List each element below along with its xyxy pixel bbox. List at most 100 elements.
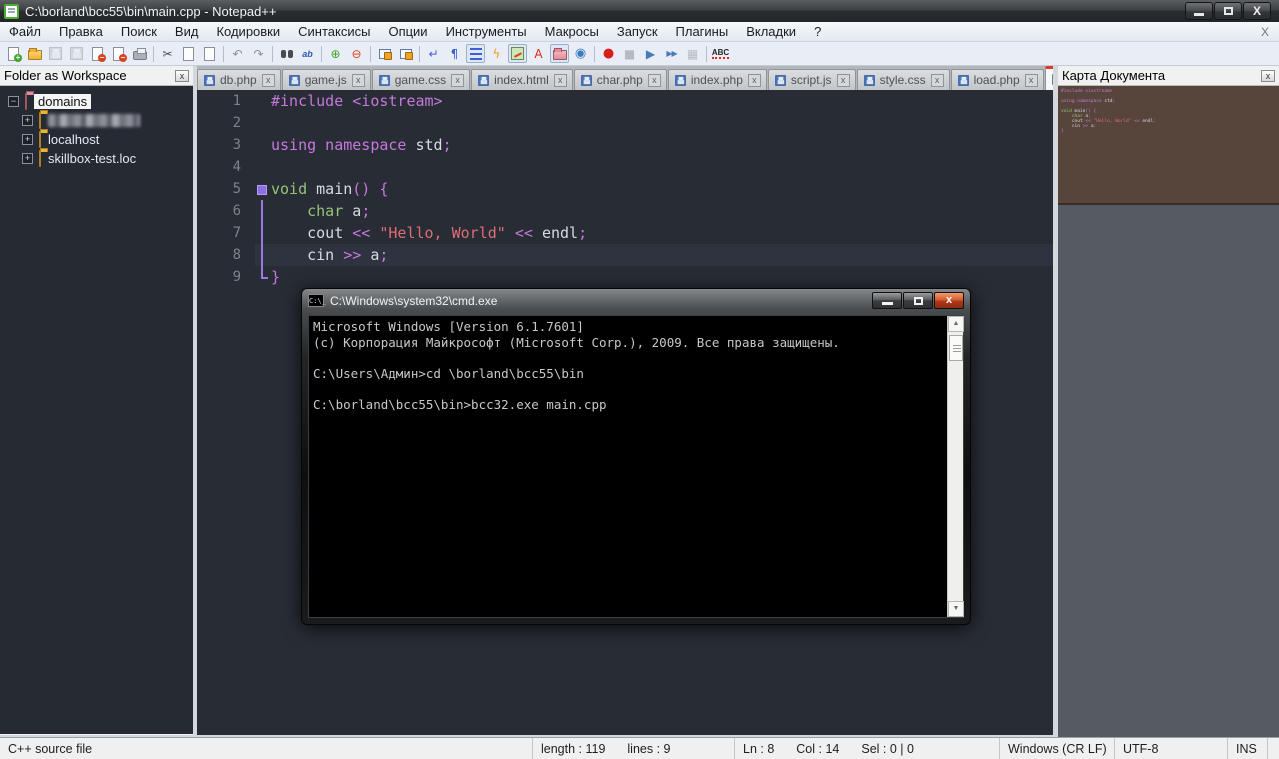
menu-item-11[interactable]: Вкладки xyxy=(737,22,805,41)
cmd-maximize-button[interactable] xyxy=(903,292,933,309)
tab-char.php[interactable]: char.phpx xyxy=(574,69,667,90)
line-number: 2 xyxy=(197,112,255,134)
restore-button[interactable] xyxy=(1214,2,1242,20)
tree-item-localhost[interactable]: +localhost xyxy=(22,131,193,148)
cut-icon[interactable]: ✂ xyxy=(158,44,177,63)
tab-db.php[interactable]: db.phpx xyxy=(197,69,281,90)
tree-item-hidden[interactable]: + xyxy=(22,112,193,129)
sync-horizontal-scroll-icon[interactable] xyxy=(396,44,415,63)
show-indent-guide-icon[interactable] xyxy=(466,44,485,63)
menu-item-9[interactable]: Запуск xyxy=(608,22,667,41)
close-all-icon[interactable]: − xyxy=(109,44,128,63)
tab-style.css[interactable]: style.cssx xyxy=(857,69,950,90)
folder-as-workspace-icon[interactable] xyxy=(550,44,569,63)
cmd-scrollbar[interactable]: ▲ ▼ xyxy=(947,316,963,617)
status-insert-mode[interactable]: INS xyxy=(1228,738,1268,759)
close-tab-icon[interactable]: x xyxy=(262,74,275,87)
close-tab-icon[interactable]: x xyxy=(451,74,464,87)
menu-item-5[interactable]: Синтаксисы xyxy=(289,22,379,41)
cmd-console[interactable]: Microsoft Windows [Version 6.1.7601](c) … xyxy=(308,315,964,618)
tree-expander-icon[interactable]: + xyxy=(22,134,33,145)
tree-item-skillbox-test.loc[interactable]: +skillbox-test.loc xyxy=(22,150,193,167)
docmap-viewport[interactable]: #include <iostream>using namespace std;v… xyxy=(1058,86,1279,205)
status-eol-format[interactable]: Windows (CR LF) xyxy=(1000,738,1115,759)
close-button[interactable]: X xyxy=(1243,2,1271,20)
replace-icon[interactable]: ab xyxy=(298,44,317,63)
close-tab-icon[interactable]: x xyxy=(748,74,761,87)
minimize-icon xyxy=(882,302,893,305)
copy-icon[interactable] xyxy=(179,44,198,63)
show-all-characters-icon[interactable]: ¶ xyxy=(445,44,464,63)
stop-macro-icon[interactable]: ■ xyxy=(620,44,639,63)
tab-game.js[interactable]: game.jsx xyxy=(282,69,371,90)
menu-item-6[interactable]: Опции xyxy=(379,22,436,41)
save-macro-icon[interactable]: ▦ xyxy=(683,44,702,63)
tab-script.js[interactable]: script.jsx xyxy=(768,69,856,90)
cmd-scrollbar-thumb[interactable] xyxy=(949,335,963,361)
new-file-icon[interactable]: + xyxy=(4,44,23,63)
tree-expander-icon[interactable]: + xyxy=(22,115,33,126)
tab-label: index.html xyxy=(494,73,549,87)
cmd-close-button[interactable]: x xyxy=(934,292,964,309)
saved-file-icon xyxy=(478,75,488,85)
cmd-title-bar[interactable]: C:\_ C:\Windows\system32\cmd.exe x xyxy=(302,289,970,312)
fold-margin xyxy=(255,156,271,178)
minimize-button[interactable] xyxy=(1185,2,1213,20)
close-file-icon[interactable]: − xyxy=(88,44,107,63)
record-macro-icon[interactable]: ● xyxy=(599,44,618,63)
close-tab-icon[interactable]: x xyxy=(554,74,567,87)
paste-icon[interactable] xyxy=(200,44,219,63)
menu-item-3[interactable]: Вид xyxy=(166,22,208,41)
tree-expander-icon[interactable]: − xyxy=(8,96,19,107)
sync-vertical-scroll-icon[interactable] xyxy=(375,44,394,63)
undo-icon[interactable]: ↶ xyxy=(228,44,247,63)
close-tab-icon[interactable]: x xyxy=(648,74,661,87)
spell-check-icon[interactable]: ABC xyxy=(711,44,730,63)
fold-margin xyxy=(255,266,271,288)
scroll-up-icon[interactable]: ▲ xyxy=(948,316,964,332)
menu-item-4[interactable]: Кодировки xyxy=(207,22,289,41)
open-file-icon[interactable] xyxy=(25,44,44,63)
tab-index.php[interactable]: index.phpx xyxy=(668,69,767,90)
zoom-in-icon[interactable]: ⊕ xyxy=(326,44,345,63)
document-monitor-icon[interactable]: A xyxy=(529,44,548,63)
play-macro-icon[interactable]: ▶ xyxy=(641,44,660,63)
notepadpp-app-icon xyxy=(4,4,19,19)
document-map-icon[interactable] xyxy=(508,44,527,63)
close-tab-icon[interactable]: x xyxy=(931,74,944,87)
menu-item-1[interactable]: Правка xyxy=(50,22,112,41)
save-all-icon[interactable] xyxy=(67,44,86,63)
monitoring-icon[interactable]: ◉ xyxy=(571,44,590,63)
fold-margin[interactable] xyxy=(255,178,271,200)
menubar-close-icon[interactable]: X xyxy=(1261,25,1279,39)
close-tab-icon[interactable]: x xyxy=(837,74,850,87)
menu-item-0[interactable]: Файл xyxy=(0,22,50,41)
status-filler xyxy=(1268,738,1279,759)
tab-game.css[interactable]: game.cssx xyxy=(372,69,470,90)
tree-expander-icon[interactable]: + xyxy=(22,153,33,164)
close-tab-icon[interactable]: x xyxy=(1025,74,1038,87)
menu-item-8[interactable]: Макросы xyxy=(536,22,608,41)
close-tab-icon[interactable]: x xyxy=(352,74,365,87)
redo-icon[interactable]: ↷ xyxy=(249,44,268,63)
find-icon[interactable] xyxy=(277,44,296,63)
scroll-down-icon[interactable]: ▼ xyxy=(948,601,964,617)
cmd-window[interactable]: C:\_ C:\Windows\system32\cmd.exe x Micro… xyxy=(301,288,971,625)
workspace-panel-close-icon[interactable]: x xyxy=(175,70,189,82)
docmap-panel-close-icon[interactable]: x xyxy=(1261,70,1275,82)
tab-load.php[interactable]: load.phpx xyxy=(951,69,1044,90)
function-list-icon[interactable]: ϟ xyxy=(487,44,506,63)
tab-index.html[interactable]: index.html x xyxy=(471,69,573,90)
menu-item-7[interactable]: Инструменты xyxy=(437,22,536,41)
menu-item-12[interactable]: ? xyxy=(805,22,830,41)
save-icon[interactable] xyxy=(46,44,65,63)
word-wrap-icon[interactable]: ↵ xyxy=(424,44,443,63)
status-encoding[interactable]: UTF-8 xyxy=(1115,738,1228,759)
menu-item-2[interactable]: Поиск xyxy=(112,22,166,41)
tree-item-domains[interactable]: −domains xyxy=(8,93,193,110)
menu-item-10[interactable]: Плагины xyxy=(667,22,738,41)
zoom-out-icon[interactable]: ⊖ xyxy=(347,44,366,63)
print-icon[interactable] xyxy=(130,44,149,63)
run-macro-multiple-icon[interactable]: ▶▶ xyxy=(662,44,681,63)
cmd-minimize-button[interactable] xyxy=(872,292,902,309)
